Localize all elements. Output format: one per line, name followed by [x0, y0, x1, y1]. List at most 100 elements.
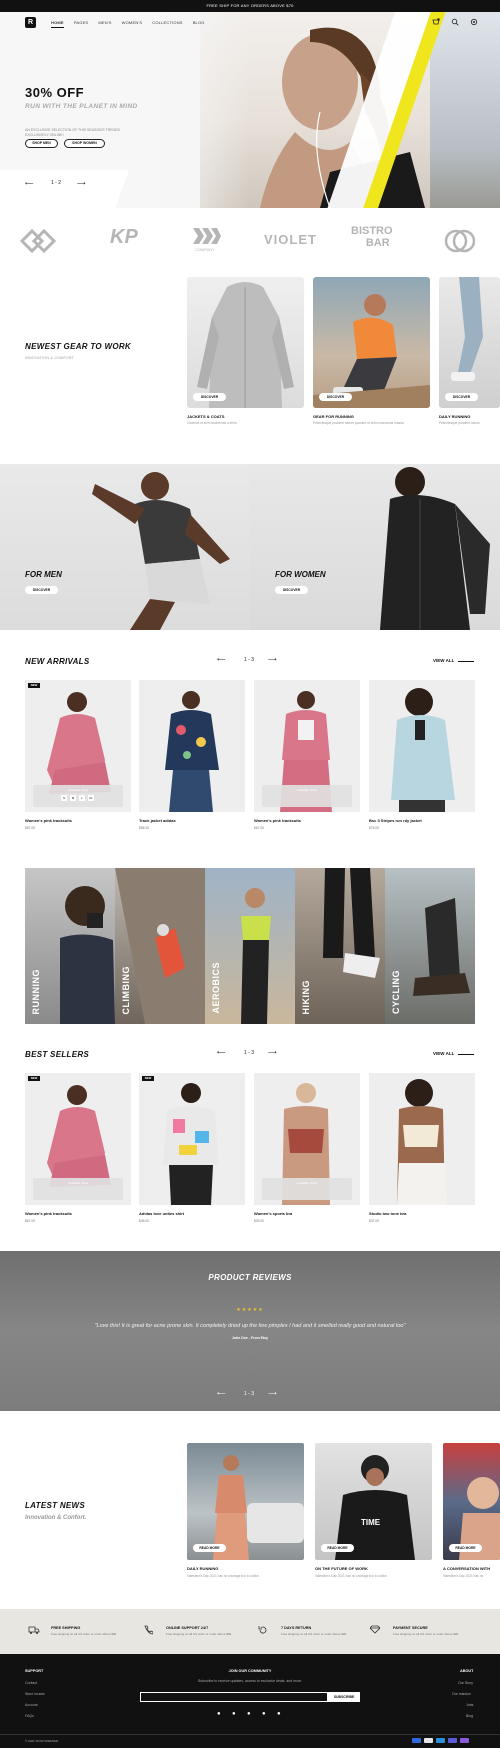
footer-link[interactable]: Our Story: [458, 1681, 473, 1685]
new-arrivals-prev-arrow-icon[interactable]: ⟵: [217, 656, 226, 663]
facebook-icon[interactable]: ●: [217, 1711, 221, 1717]
nav-blog[interactable]: BLOG: [193, 20, 205, 28]
footer-link[interactable]: Our mission: [452, 1692, 471, 1696]
promo-women-photo: [380, 467, 490, 630]
footer-link[interactable]: Jobs: [466, 1703, 473, 1707]
nav-mens[interactable]: MEN'S: [98, 20, 111, 28]
category-hiking[interactable]: HIKING: [295, 868, 385, 1024]
hero-description: AN EXCLUSIVE SELECTION OF THIS SEASON'S …: [25, 128, 121, 137]
news-card-image-2[interactable]: TIME: [315, 1443, 432, 1560]
promo-women-discover-button[interactable]: DISCOVER: [275, 586, 308, 594]
nav-pages[interactable]: PAGES: [74, 20, 89, 28]
product-card[interactable]: [139, 680, 245, 812]
news-item-title-2[interactable]: ON THE FUTURE OF WORK: [315, 1566, 368, 1571]
gear-title-2[interactable]: GEAR FOR RUNNING: [313, 414, 354, 419]
reviews-next-arrow-icon[interactable]: ⟶: [268, 1390, 277, 1397]
news-read-more-button-1[interactable]: READ MORE: [193, 1544, 226, 1552]
promo-men-discover-button[interactable]: DISCOVER: [25, 586, 58, 594]
category-aerobics[interactable]: AEROBICS: [205, 868, 295, 1024]
twitter-icon[interactable]: ●: [262, 1711, 266, 1717]
subscribe-button[interactable]: SUBSCRIBE: [328, 1692, 360, 1702]
nav-home[interactable]: HOME: [51, 20, 64, 28]
newsletter-email-input[interactable]: [140, 1692, 328, 1702]
best-sellers-next-arrow-icon[interactable]: ⟶: [268, 1049, 277, 1056]
product-name[interactable]: Adidas love unites shirt: [139, 1211, 184, 1216]
best-sellers-prev-arrow-icon[interactable]: ⟵: [217, 1049, 226, 1056]
size-m[interactable]: M: [70, 795, 76, 801]
gear-title-1[interactable]: JACKETS & COATS: [187, 414, 224, 419]
footer-about-title: ABOUT: [460, 1669, 474, 1673]
category-running[interactable]: RUNNING: [25, 868, 115, 1024]
product-name[interactable]: Bsc 3 Stripes run rdy jacket: [369, 818, 422, 823]
reviews-prev-arrow-icon[interactable]: ⟵: [217, 1390, 226, 1397]
pinterest-icon[interactable]: ●: [232, 1711, 236, 1717]
hero-prev-arrow-icon[interactable]: ⟵: [25, 180, 34, 187]
shop-women-button[interactable]: SHOP WOMEN: [64, 139, 105, 148]
gear-discover-button-2[interactable]: DISCOVER: [319, 393, 352, 401]
new-badge: NEW: [142, 1076, 154, 1081]
logo[interactable]: R: [25, 17, 36, 28]
size-selector: Available Sizes: [33, 1178, 123, 1200]
footer-link[interactable]: Account: [25, 1703, 38, 1707]
brand-logo-company-label: COMPANY: [195, 247, 215, 252]
footer-link[interactable]: Blog: [466, 1714, 473, 1718]
promo-men-photo: [92, 472, 230, 630]
gear-card-running-image[interactable]: [313, 277, 430, 408]
best-sellers-view-all-link[interactable]: VIEW ALL: [433, 1051, 454, 1056]
promo-men[interactable]: FOR MEN DISCOVER: [0, 464, 250, 630]
footer-link[interactable]: Store locator: [25, 1692, 45, 1696]
product-card[interactable]: [369, 1073, 475, 1205]
product-card[interactable]: Available Sizes: [254, 1073, 360, 1205]
size-xl[interactable]: XL: [88, 795, 94, 801]
news-card-image-3[interactable]: [443, 1443, 500, 1560]
product-card[interactable]: NEW Available Sizes S M L XL: [25, 680, 131, 812]
news-card-image-1[interactable]: [187, 1443, 304, 1560]
footer-join-text: Subscribe to receive updates, access to …: [197, 1679, 303, 1683]
product-card[interactable]: Available Sizes: [254, 680, 360, 812]
instagram-icon[interactable]: ●: [247, 1711, 251, 1717]
nav-womens[interactable]: WOMEN'S: [122, 20, 143, 28]
settings-icon[interactable]: [470, 18, 478, 26]
best-sellers-title: BEST SELLERS: [25, 1050, 90, 1059]
size-selector: Available Sizes: [262, 785, 352, 807]
product-price: $45.00: [139, 1219, 150, 1223]
footer-link[interactable]: FAQs: [25, 1714, 34, 1718]
hero-next-arrow-icon[interactable]: ⟶: [77, 180, 86, 187]
gear-discover-button-3[interactable]: DISCOVER: [445, 393, 478, 401]
search-icon[interactable]: [451, 18, 459, 26]
product-name[interactable]: Women's pink tracksuits: [25, 818, 72, 823]
nav-collections[interactable]: COLLECTIONS: [152, 20, 182, 28]
shop-men-button[interactable]: SHOP MEN: [25, 139, 58, 148]
phone-icon: [143, 1625, 154, 1637]
product-card[interactable]: NEW Available Sizes: [25, 1073, 131, 1205]
size-s[interactable]: S: [61, 795, 67, 801]
product-name[interactable]: Studio two tone bra: [369, 1211, 406, 1216]
product-name[interactable]: Women's pink tracksuits: [254, 818, 301, 823]
gear-card-jackets-image[interactable]: [187, 277, 304, 408]
news-read-more-button-3[interactable]: READ MORE: [449, 1544, 482, 1552]
product-name[interactable]: Women's pink tracksuits: [25, 1211, 72, 1216]
category-cycling[interactable]: CYCLING: [385, 868, 475, 1024]
product-card[interactable]: [369, 680, 475, 812]
category-climbing[interactable]: CLIMBING: [115, 868, 205, 1024]
news-item-text-3: Valentine's Day 2021 has no: [443, 1574, 484, 1578]
news-read-more-button-2[interactable]: READ MORE: [321, 1544, 354, 1552]
new-arrivals-next-arrow-icon[interactable]: ⟶: [268, 656, 277, 663]
news-item-title-3[interactable]: A CONVERSATION WITH: [443, 1566, 490, 1571]
gear-title-3[interactable]: DAILY RUNNING: [439, 414, 470, 419]
nav-icons: [432, 18, 478, 26]
category-aerobics-label: AEROBICS: [211, 962, 221, 1014]
product-name[interactable]: Women's sports bra: [254, 1211, 292, 1216]
product-card[interactable]: NEW: [139, 1073, 245, 1205]
gear-discover-button-1[interactable]: DISCOVER: [193, 393, 226, 401]
new-arrivals-view-all-link[interactable]: VIEW ALL: [433, 658, 454, 663]
size-l[interactable]: L: [79, 795, 85, 801]
product-name[interactable]: Track jacket adidas: [139, 818, 176, 823]
promo-women[interactable]: FOR WOMEN DISCOVER: [250, 464, 500, 630]
news-item-title-1[interactable]: DAILY RUNNING: [187, 1566, 218, 1571]
cart-icon[interactable]: [432, 18, 440, 26]
feature-return-text: Free shipping on all US order or order a…: [281, 1632, 347, 1636]
dribbble-icon[interactable]: ●: [277, 1711, 281, 1717]
product-price: $67.00: [25, 1219, 36, 1223]
gear-card-daily-image[interactable]: [439, 277, 500, 408]
